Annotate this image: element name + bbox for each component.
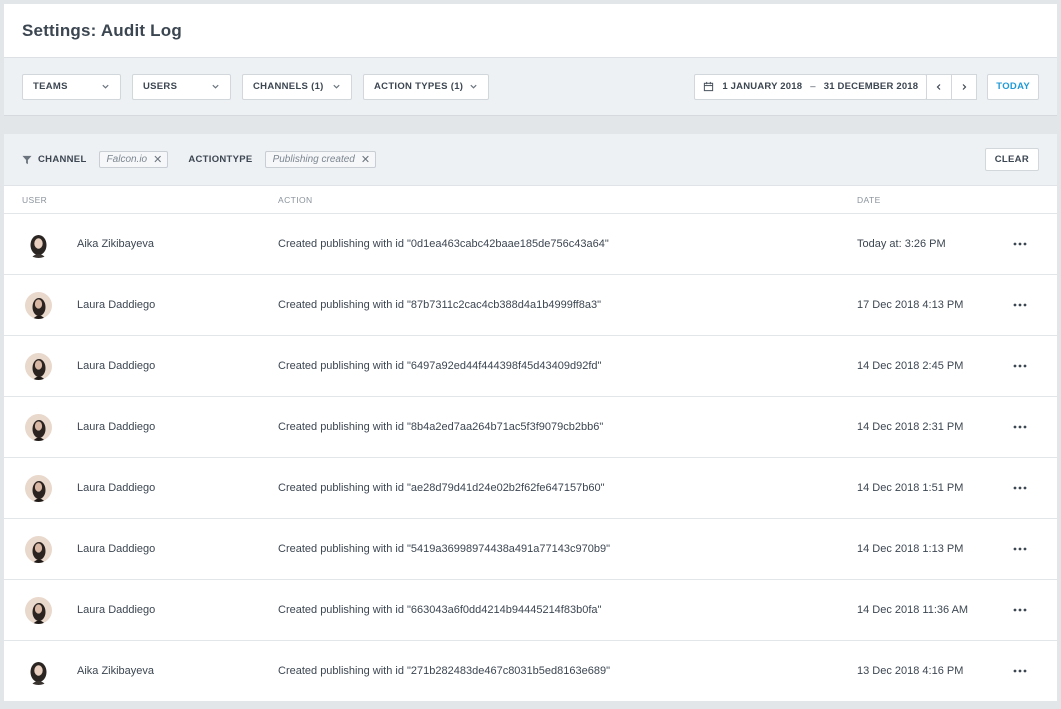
more-options-icon[interactable]	[1012, 362, 1028, 370]
row-date: 14 Dec 2018 1:51 PM	[857, 482, 964, 494]
table-row[interactable]: Laura Daddiego Created publishing with i…	[4, 275, 1057, 336]
table-row[interactable]: Laura Daddiego Created publishing with i…	[4, 458, 1057, 519]
channels-dropdown[interactable]: CHANNELS (1)	[242, 73, 352, 100]
row-user-name: Laura Daddiego	[77, 604, 156, 616]
chevron-down-icon	[330, 81, 342, 93]
clear-filters-button[interactable]: CLEAR	[984, 148, 1039, 171]
table-row[interactable]: Aika Zikibayeva Created publishing with …	[4, 214, 1057, 275]
page-title: Settings: Audit Log	[22, 20, 182, 40]
channel-filter-label: CHANNEL	[38, 154, 87, 165]
chevron-down-icon	[209, 81, 221, 93]
row-date: 17 Dec 2018 4:13 PM	[857, 299, 964, 311]
table-row[interactable]: Laura Daddiego Created publishing with i…	[4, 519, 1057, 580]
avatar	[25, 536, 52, 563]
filter-icon	[22, 154, 33, 165]
row-user-name: Laura Daddiego	[77, 421, 156, 433]
row-user-name: Laura Daddiego	[77, 482, 156, 494]
more-options-icon[interactable]	[1012, 423, 1028, 431]
row-action: Created publishing with id "6497a92ed44f…	[278, 360, 602, 372]
date-start: 1 JANUARY 2018	[722, 81, 803, 92]
table-row[interactable]: Laura Daddiego Created publishing with i…	[4, 397, 1057, 458]
more-options-icon[interactable]	[1012, 545, 1028, 553]
users-dropdown-label: USERS	[143, 81, 178, 92]
more-options-icon[interactable]	[1012, 606, 1028, 614]
actiontype-filter-value: Publishing created	[272, 154, 355, 165]
teams-dropdown-label: TEAMS	[33, 81, 68, 92]
row-action: Created publishing with id "8b4a2ed7aa26…	[278, 421, 604, 433]
avatar	[25, 597, 52, 624]
table-row[interactable]: Laura Daddiego Created publishing with i…	[4, 580, 1057, 641]
avatar	[25, 231, 52, 258]
row-user-name: Laura Daddiego	[77, 543, 156, 555]
teams-dropdown[interactable]: TEAMS	[22, 73, 121, 100]
channel-filter-chip: Falcon.io ✕	[98, 151, 169, 168]
more-options-icon[interactable]	[1012, 667, 1028, 675]
row-date: 14 Dec 2018 11:36 AM	[857, 604, 969, 616]
date-separator: –	[810, 81, 816, 92]
table-header: USER ACTION DATE	[4, 186, 1057, 214]
row-action: Created publishing with id "87b7311c2cac…	[278, 299, 601, 311]
row-date: 14 Dec 2018 2:31 PM	[857, 421, 964, 433]
more-options-icon[interactable]	[1012, 484, 1028, 492]
action-types-dropdown[interactable]: ACTION TYPES (1)	[363, 73, 489, 100]
audit-log-page: Settings: Audit Log TEAMS USERS CHANNELS…	[4, 4, 1057, 709]
row-user-name: Laura Daddiego	[77, 360, 156, 372]
channel-filter-value: Falcon.io	[106, 154, 148, 165]
next-period-button[interactable]	[951, 73, 978, 100]
avatar	[25, 292, 52, 319]
audit-log-table: USER ACTION DATE Aika Zikibayeva Created…	[4, 186, 1057, 702]
avatar	[25, 658, 52, 685]
table-body: Aika Zikibayeva Created publishing with …	[4, 214, 1057, 702]
calendar-icon	[703, 81, 715, 93]
column-header-date: DATE	[857, 194, 881, 205]
row-action: Created publishing with id "5419a3699897…	[278, 543, 610, 555]
more-options-icon[interactable]	[1012, 240, 1028, 248]
filter-toolbar: TEAMS USERS CHANNELS (1) ACTION TYPES (1…	[4, 58, 1057, 116]
row-date: 14 Dec 2018 2:45 PM	[857, 360, 964, 372]
column-header-user: USER	[22, 194, 48, 205]
row-action: Created publishing with id "271b282483de…	[278, 665, 610, 677]
table-row[interactable]: Laura Daddiego Created publishing with i…	[4, 336, 1057, 397]
row-action: Created publishing with id "ae28d79d41d2…	[278, 482, 605, 494]
actiontype-filter-label: ACTIONTYPE	[188, 154, 253, 165]
more-options-icon[interactable]	[1012, 301, 1028, 309]
section-gap	[4, 116, 1057, 134]
row-user-name: Laura Daddiego	[77, 299, 156, 311]
avatar	[25, 414, 52, 441]
date-range-picker[interactable]: 1 JANUARY 2018 – 31 DECEMBER 2018	[694, 73, 928, 100]
close-icon[interactable]: ✕	[153, 153, 162, 166]
active-filters-bar: CHANNEL Falcon.io ✕ ACTIONTYPE Publishin…	[4, 134, 1057, 186]
previous-period-button[interactable]	[926, 73, 953, 100]
channels-dropdown-label: CHANNELS (1)	[253, 81, 324, 92]
row-action: Created publishing with id "663043a6f0dd…	[278, 604, 602, 616]
chevron-left-icon	[936, 83, 941, 90]
row-date: 14 Dec 2018 1:13 PM	[857, 543, 964, 555]
row-user-name: Aika Zikibayeva	[77, 238, 155, 250]
column-header-action: ACTION	[278, 194, 313, 205]
chevron-right-icon	[962, 83, 967, 90]
table-row[interactable]: Aika Zikibayeva Created publishing with …	[4, 641, 1057, 702]
actiontype-filter-chip: Publishing created ✕	[264, 151, 377, 168]
chevron-down-icon	[467, 81, 479, 93]
page-header: Settings: Audit Log	[4, 4, 1057, 58]
avatar	[25, 475, 52, 502]
action-types-dropdown-label: ACTION TYPES (1)	[374, 81, 464, 92]
chevron-down-icon	[99, 81, 111, 93]
today-button[interactable]: TODAY	[987, 73, 1039, 100]
date-end: 31 DECEMBER 2018	[823, 81, 919, 92]
row-action: Created publishing with id "0d1ea463cabc…	[278, 238, 609, 250]
users-dropdown[interactable]: USERS	[132, 73, 231, 100]
row-date: 13 Dec 2018 4:16 PM	[857, 665, 964, 677]
close-icon[interactable]: ✕	[361, 153, 370, 166]
avatar	[25, 353, 52, 380]
row-user-name: Aika Zikibayeva	[77, 665, 155, 677]
row-date: Today at: 3:26 PM	[857, 238, 946, 250]
